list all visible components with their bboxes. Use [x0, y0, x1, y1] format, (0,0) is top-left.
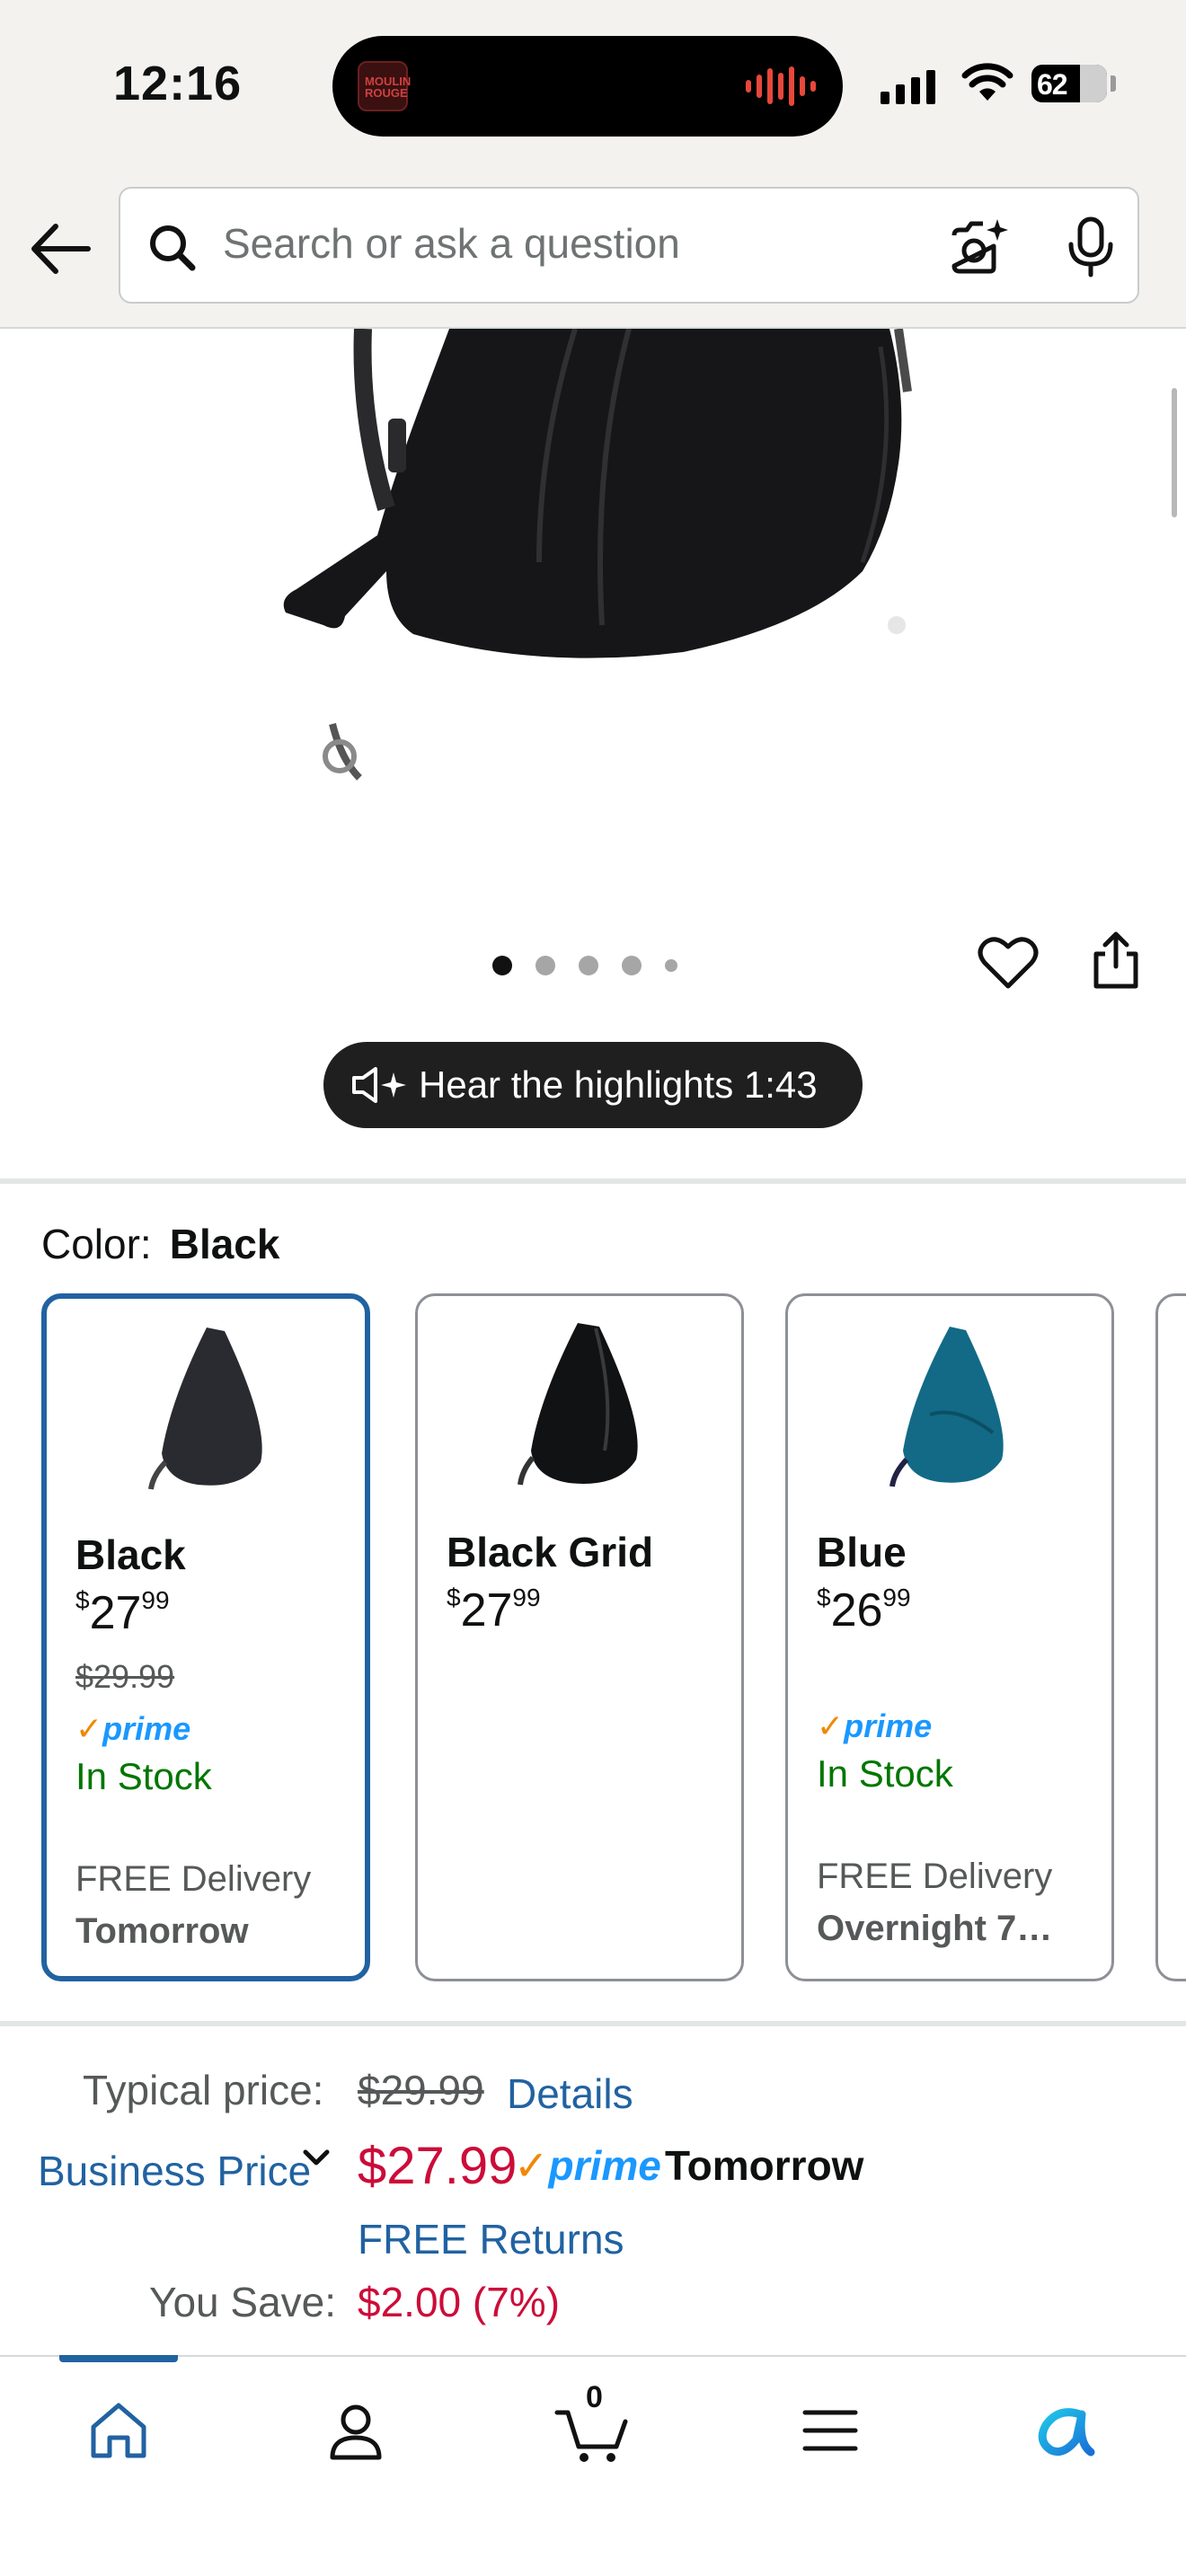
product-page: 12:16 MOULIN ROUGE 62 Search or ask a qu… [0, 0, 1186, 2576]
account-icon[interactable] [320, 2395, 392, 2466]
swatch-price: $2799 [75, 1586, 170, 1639]
business-price-dropdown[interactable]: Business Price [38, 2147, 311, 2195]
you-save-value: $2.00 (7%) [358, 2279, 561, 2325]
delivery-day: Tomorrow [665, 2142, 864, 2189]
now-playing-art-text: MOULIN ROUGE [365, 75, 412, 100]
wishlist-heart-icon[interactable] [978, 934, 1039, 992]
audio-wave-icon [746, 66, 816, 106]
prime-text: prime [548, 2142, 661, 2189]
color-swatch-black-grid[interactable]: Black Grid $2799 [415, 1293, 744, 1981]
status-bar: 12:16 MOULIN ROUGE 62 [0, 0, 1186, 176]
microphone-icon[interactable] [1066, 216, 1116, 278]
price-whole: 26 [830, 1584, 883, 1636]
search-header: Search or ask a question [0, 176, 1186, 329]
cellular-signal-icon [881, 68, 935, 104]
price-fraction: 99 [141, 1586, 170, 1614]
back-arrow-icon[interactable] [25, 214, 95, 284]
swatch-name: Black [75, 1531, 186, 1578]
product-image-gallery[interactable]: Hear the highlights 1:43 [0, 329, 1186, 1182]
prime-badge: ✓prime [817, 1707, 932, 1745]
details-link[interactable]: Details [507, 2069, 633, 2118]
typical-price-label: Typical price: [83, 2067, 324, 2113]
prime-check-icon: ✓ [817, 1707, 845, 1744]
color-label-text: Color: [41, 1221, 152, 1267]
color-swatch-blue[interactable]: Blue $2699 ✓prime In Stock FREE Delivery… [785, 1293, 1114, 1981]
status-time: 12:16 [113, 57, 243, 110]
hear-highlights-button[interactable]: Hear the highlights 1:43 [323, 1042, 863, 1128]
delivery-when: Tomorrow [75, 1911, 249, 1951]
active-tab-indicator [59, 2355, 178, 2362]
swatch-image-black-grid [518, 1323, 638, 1486]
swatch-name: Blue [817, 1529, 907, 1575]
swatch-was-price: $29.99 [75, 1658, 175, 1695]
search-input[interactable]: Search or ask a question [119, 187, 1139, 304]
hear-highlights-label: Hear the highlights 1:43 [419, 1063, 818, 1106]
chevron-down-icon[interactable] [298, 2141, 334, 2174]
battery-level: 62 [1037, 68, 1068, 101]
search-placeholder: Search or ask a question [223, 220, 680, 267]
prime-badge: ✓prime [514, 2141, 661, 2190]
camera-search-icon[interactable] [947, 216, 1010, 278]
prime-text: prime [844, 1707, 933, 1744]
price-whole: 27 [460, 1584, 513, 1636]
home-icon[interactable] [83, 2395, 155, 2466]
swatch-image-blue [890, 1327, 1004, 1487]
swatch-name: Black Grid [447, 1529, 654, 1575]
now-playing-art: MOULIN ROUGE [358, 61, 412, 111]
prime-check-icon: ✓ [75, 1710, 103, 1747]
product-image[interactable] [0, 329, 1186, 886]
delivery-label: FREE Delivery [75, 1859, 312, 1899]
swatch-image-black [148, 1328, 262, 1490]
menu-icon[interactable] [794, 2395, 866, 2466]
cart-count: 0 [586, 2380, 603, 2414]
typical-price-value: $29.99 [358, 2067, 484, 2113]
bottom-nav: 0 [0, 2355, 1186, 2576]
speaker-sparkle-icon [352, 1067, 406, 1103]
price-fraction: 99 [882, 1584, 911, 1611]
rufus-assistant-icon[interactable] [1031, 2395, 1103, 2466]
color-label: Color: Black [41, 1220, 279, 1268]
deal-price: $27.99 [358, 2137, 518, 2195]
color-swatch-next-partial[interactable] [1155, 1293, 1186, 1981]
you-save-label: You Save: [149, 2279, 337, 2325]
stock-status: In Stock [75, 1755, 212, 1797]
search-icon [150, 225, 196, 271]
delivery-when: Overnight 7… [817, 1909, 1053, 1948]
stock-status: In Stock [817, 1752, 953, 1795]
divider [0, 2021, 1186, 2026]
prime-check-icon: ✓ [514, 2142, 549, 2189]
divider [0, 1178, 1186, 1184]
color-swatch-black[interactable]: Black $2799 $29.99 ✓prime In Stock FREE … [41, 1293, 370, 1981]
dynamic-island: MOULIN ROUGE [332, 36, 843, 137]
swatch-price: $2799 [447, 1584, 541, 1636]
price-whole: 27 [89, 1587, 142, 1639]
battery-icon: 62 [1031, 65, 1107, 102]
wifi-icon [961, 63, 1013, 101]
prime-badge: ✓prime [75, 1710, 190, 1748]
delivery-label: FREE Delivery [817, 1857, 1053, 1896]
selected-color: Black [169, 1221, 280, 1267]
price-fraction: 99 [512, 1584, 541, 1611]
share-icon[interactable] [1089, 931, 1143, 992]
swatch-price: $2699 [817, 1584, 911, 1636]
free-returns-link[interactable]: FREE Returns [358, 2215, 624, 2263]
image-pager-dots[interactable] [492, 956, 677, 975]
prime-text: prime [102, 1710, 191, 1747]
